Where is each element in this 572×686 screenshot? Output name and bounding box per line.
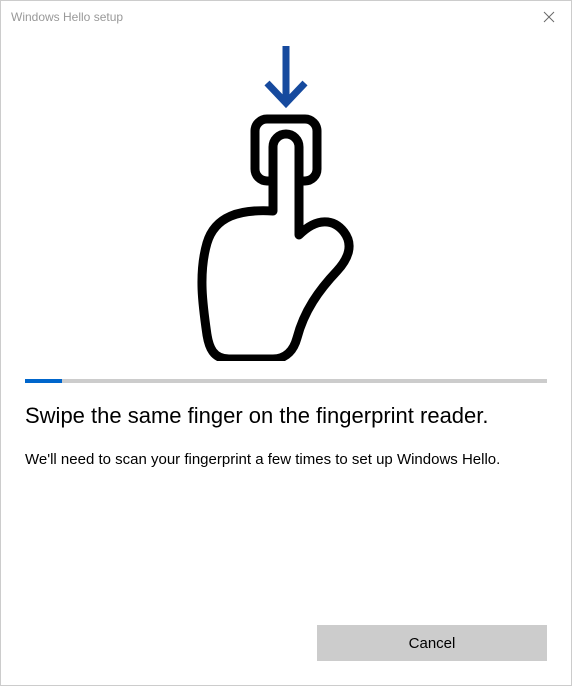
- illustration-container: [25, 41, 547, 371]
- progress-fill: [25, 379, 62, 383]
- progress-bar: [25, 379, 547, 383]
- content-area: Swipe the same finger on the fingerprint…: [1, 41, 571, 470]
- arrow-down-icon: [267, 46, 305, 103]
- fingerprint-touch-icon: [169, 41, 404, 361]
- titlebar: Windows Hello setup: [1, 1, 571, 33]
- page-subtext: We'll need to scan your fingerprint a fe…: [25, 449, 547, 470]
- footer: Cancel: [317, 625, 547, 661]
- window-title: Windows Hello setup: [11, 10, 123, 24]
- page-heading: Swipe the same finger on the fingerprint…: [25, 401, 547, 431]
- close-icon: [543, 11, 555, 23]
- close-button[interactable]: [539, 7, 559, 27]
- cancel-button[interactable]: Cancel: [317, 625, 547, 661]
